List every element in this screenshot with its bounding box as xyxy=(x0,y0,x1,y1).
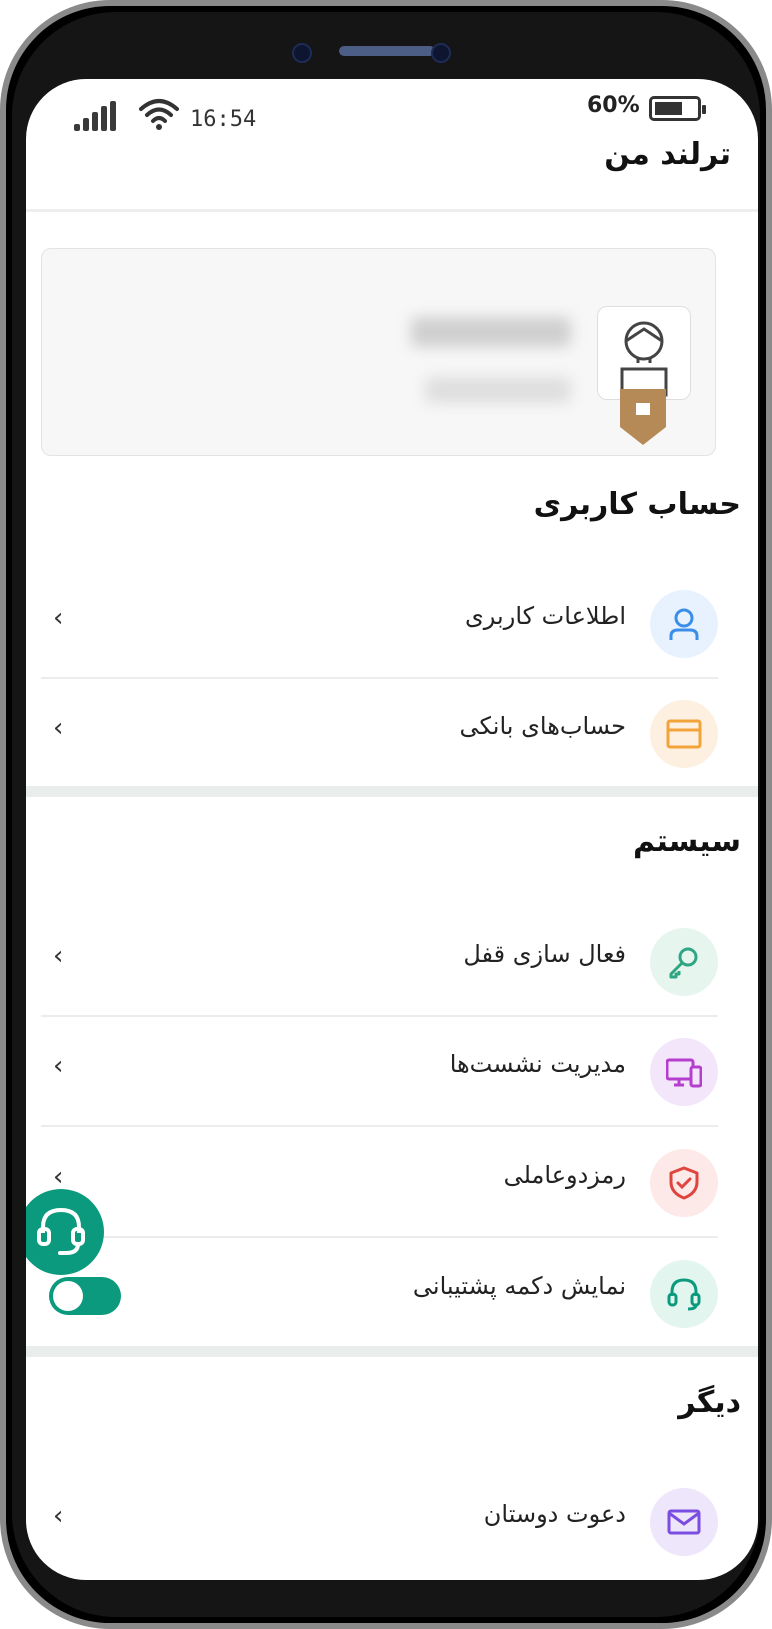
section-title-system: سیستم xyxy=(632,824,741,859)
menu-item-label: حساب‌های بانکی xyxy=(459,712,626,740)
support-button-toggle[interactable] xyxy=(49,1277,121,1315)
row-divider xyxy=(41,1236,718,1238)
headset-icon-badge xyxy=(650,1260,718,1328)
chevron-left-icon: ‹ xyxy=(53,1501,64,1531)
menu-item-label: دعوت دوستان xyxy=(483,1500,626,1528)
invite-icon-badge xyxy=(650,1488,718,1556)
phone-frame: 16:54 60% ترلند من حساب کاربری اطلاعات ک… xyxy=(0,0,772,1629)
front-camera xyxy=(292,43,312,63)
section-separator xyxy=(26,786,758,797)
menu-item-session-management[interactable]: مدیریت نشست‌ها ‹ xyxy=(41,1017,718,1127)
profile-card[interactable] xyxy=(41,248,716,456)
user-id-blurred xyxy=(425,377,571,403)
menu-item-label: اطلاعات کاربری xyxy=(465,602,626,630)
section-title-other: دیگر xyxy=(678,1385,741,1420)
headset-icon xyxy=(667,1278,701,1311)
devices-icon-badge xyxy=(650,1038,718,1106)
app-screen: 16:54 60% ترلند من حساب کاربری اطلاعات ک… xyxy=(26,79,758,1580)
card-icon-badge xyxy=(650,700,718,768)
section-title-account: حساب کاربری xyxy=(533,487,741,522)
shield-icon-badge xyxy=(650,1149,718,1217)
user-name-blurred xyxy=(411,317,571,347)
menu-item-label: فعال سازی قفل xyxy=(463,940,626,968)
signal-icon xyxy=(74,101,116,131)
menu-item-user-info[interactable]: اطلاعات کاربری ‹ xyxy=(41,569,718,679)
menu-item-lock-activation[interactable]: فعال سازی قفل ‹ xyxy=(41,907,718,1017)
user-icon-badge xyxy=(650,590,718,658)
toggle-knob xyxy=(53,1281,83,1311)
menu-item-label: نمایش دکمه پشتیبانی xyxy=(412,1272,626,1300)
key-icon-badge xyxy=(650,928,718,996)
row-divider xyxy=(41,1125,718,1127)
menu-item-invite-friends[interactable]: دعوت دوستان ‹ xyxy=(41,1467,718,1577)
earpiece-speaker xyxy=(339,46,435,56)
page-title: ترلند من xyxy=(604,137,731,172)
header-divider xyxy=(26,209,758,212)
chevron-left-icon: ‹ xyxy=(53,941,64,971)
battery-percent: 60% xyxy=(587,93,640,118)
user-icon xyxy=(669,608,699,640)
avatar xyxy=(597,306,691,400)
card-icon xyxy=(666,719,702,749)
devices-icon xyxy=(666,1058,702,1088)
section-separator xyxy=(26,1346,758,1357)
wifi-icon xyxy=(139,99,179,130)
status-time: 16:54 xyxy=(190,107,257,132)
menu-item-label: رمزدوعاملی xyxy=(503,1161,626,1189)
menu-item-show-support-button: نمایش دکمه پشتیبانی xyxy=(41,1239,718,1349)
status-bar: 16:54 60% xyxy=(26,79,758,139)
chevron-left-icon: ‹ xyxy=(53,603,64,633)
menu-item-two-factor[interactable]: رمزدوعاملی ‹ xyxy=(41,1128,718,1238)
menu-item-bank-accounts[interactable]: حساب‌های بانکی ‹ xyxy=(41,679,718,789)
chevron-left-icon: ‹ xyxy=(53,1051,64,1081)
avatar-icon xyxy=(620,321,668,397)
invite-icon xyxy=(667,1509,701,1535)
front-sensor xyxy=(431,43,451,63)
headset-icon xyxy=(37,1207,85,1255)
shield-icon xyxy=(669,1166,699,1200)
verification-badge-icon xyxy=(620,389,666,445)
menu-item-label: مدیریت نشست‌ها xyxy=(449,1050,626,1078)
battery-icon xyxy=(649,96,706,121)
chevron-left-icon: ‹ xyxy=(53,713,64,743)
chevron-left-icon: ‹ xyxy=(53,1162,64,1192)
key-icon xyxy=(669,947,698,979)
